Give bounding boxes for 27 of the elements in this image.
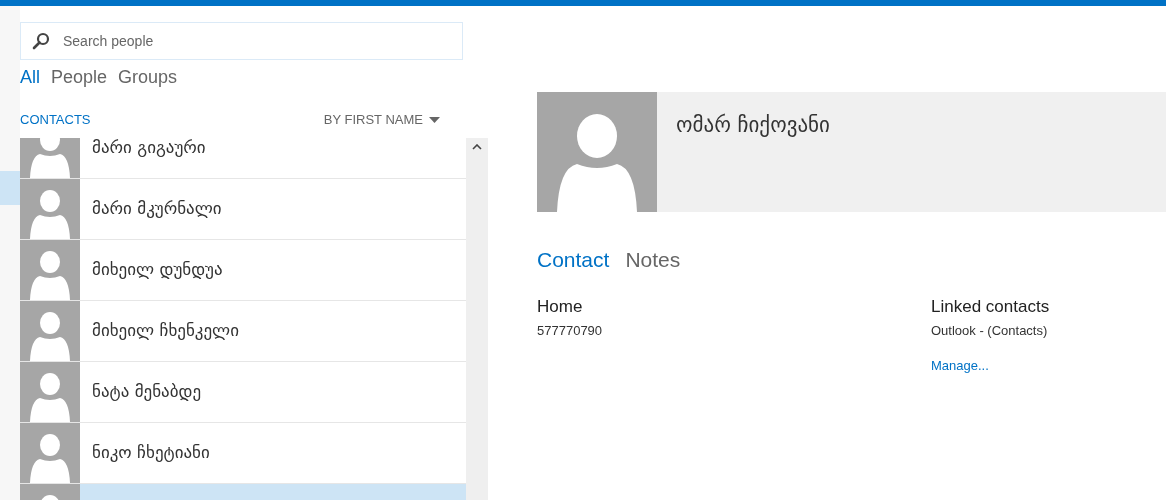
linked-source: Outlook - (Contacts) <box>931 322 1049 340</box>
scroll-up-icon <box>472 143 482 150</box>
search-icon <box>32 32 50 50</box>
avatar-icon <box>537 92 657 212</box>
detail-tab[interactable]: Notes <box>625 244 681 276</box>
contact-name: მიხეილ დუნდუა <box>92 257 223 281</box>
search-field[interactable]: Search people <box>20 22 463 60</box>
field-label: Linked contacts <box>931 295 1050 318</box>
contact-name: ნიკო ჩხეტიანი <box>92 440 210 464</box>
contact-name: მარი მკურნალი <box>92 196 222 220</box>
contact-item[interactable]: მარი გიგაური <box>20 137 466 179</box>
filter-tab[interactable]: All <box>20 64 40 90</box>
section-title: CONTACTS <box>20 111 91 129</box>
sort-dropdown[interactable]: BY FIRST NAME <box>323 110 440 130</box>
nav-highlight <box>0 171 20 205</box>
phone-number: 577770790 <box>537 322 604 340</box>
detail-tab[interactable]: Contact <box>537 244 610 276</box>
filter-tab[interactable]: People <box>51 64 108 90</box>
caret-icon <box>429 116 440 123</box>
filter-tab[interactable]: Groups <box>118 64 178 90</box>
contact-name: მარი გიგაური <box>92 137 206 159</box>
contact-title: ომარ ჩიქოვანი <box>676 112 830 139</box>
scrollbar[interactable] <box>466 137 488 500</box>
contact-name: ნატა მენაბდე <box>92 379 202 403</box>
contact-name: მიხეილ ჩხენკელი <box>92 318 239 342</box>
manage-link[interactable]: Manage... <box>931 355 1050 375</box>
field-label: Home <box>537 295 584 318</box>
